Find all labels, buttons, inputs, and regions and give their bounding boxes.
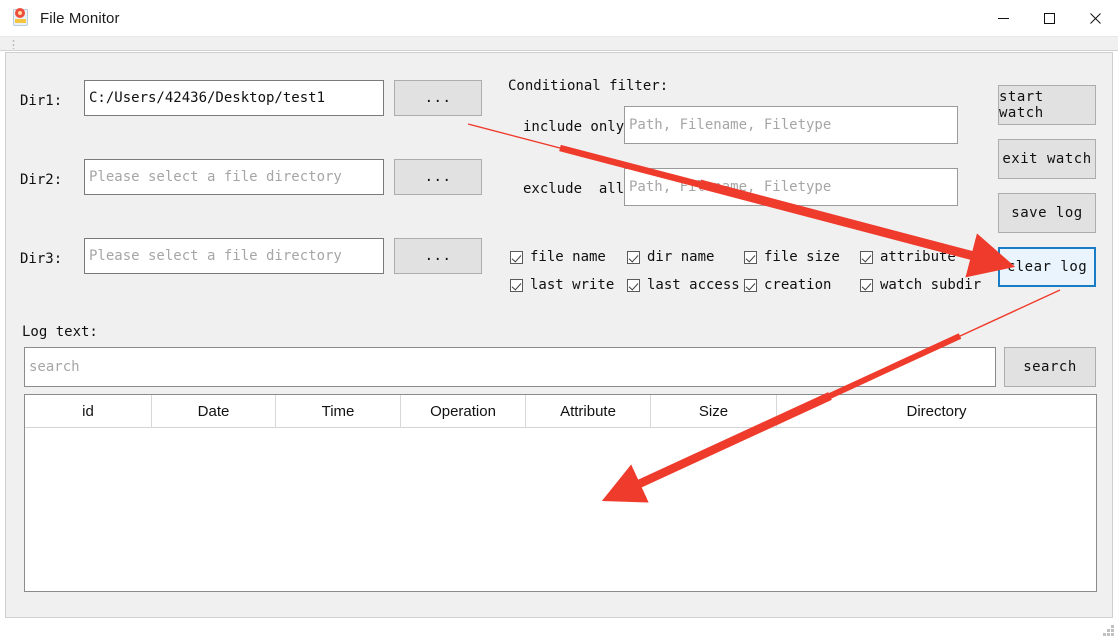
- checkmark-icon: [860, 250, 873, 264]
- checkbox-file-size[interactable]: file size: [744, 249, 840, 265]
- checkbox-creation[interactable]: creation: [744, 277, 831, 293]
- checkbox-label: attribute: [880, 249, 956, 265]
- dir3-input[interactable]: Please select a file directory: [84, 238, 384, 274]
- checkmark-icon: [510, 250, 523, 264]
- search-input[interactable]: search: [24, 347, 996, 387]
- title-bar: File Monitor: [0, 0, 1118, 37]
- column-header-operation[interactable]: Operation: [401, 395, 526, 428]
- checkmark-icon: [744, 278, 757, 292]
- checkbox-label: last write: [530, 277, 615, 293]
- include-only-label: include only: [523, 119, 625, 135]
- column-header-date[interactable]: Date: [152, 395, 276, 428]
- column-header-size[interactable]: Size: [651, 395, 777, 428]
- dir2-label: Dir2:: [20, 172, 63, 188]
- main-panel: Dir1: C:/Users/42436/Desktop/test1 ... D…: [5, 52, 1113, 618]
- checkbox-label: dir name: [647, 249, 715, 265]
- checkbox-label: creation: [764, 277, 832, 293]
- dir3-label: Dir3:: [20, 251, 63, 267]
- checkmark-icon: [510, 278, 523, 292]
- checkmark-icon: [744, 250, 757, 264]
- clear-log-button[interactable]: clear log: [998, 247, 1096, 287]
- resize-grip-icon[interactable]: [1101, 623, 1114, 636]
- dir1-label: Dir1:: [20, 93, 63, 109]
- checkbox-last-access[interactable]: last access: [627, 277, 740, 293]
- include-only-input[interactable]: Path, Filename, Filetype: [624, 106, 958, 144]
- dir1-browse-button[interactable]: ...: [394, 80, 482, 116]
- search-button[interactable]: search: [1004, 347, 1096, 387]
- column-header-id[interactable]: id: [25, 395, 152, 428]
- checkmark-icon: [627, 278, 640, 292]
- window-controls: [980, 0, 1118, 36]
- checkbox-attribute[interactable]: attribute: [860, 249, 956, 265]
- table-body: [25, 428, 1096, 591]
- checkmark-icon: [860, 278, 873, 292]
- checkbox-label: watch subdir: [880, 277, 982, 293]
- dir3-browse-button[interactable]: ...: [394, 238, 482, 274]
- app-window: File Monitor Dir1: C:/Users/42436/Deskto…: [0, 0, 1118, 639]
- exclude-all-input[interactable]: Path, Filename, Filetype: [624, 168, 958, 206]
- dir2-input[interactable]: Please select a file directory: [84, 159, 384, 195]
- window-title: File Monitor: [40, 9, 120, 27]
- column-header-directory[interactable]: Directory: [777, 395, 1096, 428]
- start-watch-button[interactable]: start watch: [998, 85, 1096, 125]
- toolbar-strip: [0, 37, 1118, 51]
- checkbox-last-write[interactable]: last write: [510, 277, 614, 293]
- exit-watch-button[interactable]: exit watch: [998, 139, 1096, 179]
- checkbox-watch-subdir[interactable]: watch subdir: [860, 277, 981, 293]
- checkbox-label: file name: [530, 249, 606, 265]
- checkbox-dir-name[interactable]: dir name: [627, 249, 714, 265]
- dir1-input[interactable]: C:/Users/42436/Desktop/test1: [84, 80, 384, 116]
- column-header-time[interactable]: Time: [276, 395, 401, 428]
- maximize-icon[interactable]: [1026, 0, 1072, 36]
- table-header-row: id Date Time Operation Attribute Size Di…: [25, 395, 1096, 428]
- checkmark-icon: [627, 250, 640, 264]
- column-header-attribute[interactable]: Attribute: [526, 395, 651, 428]
- close-icon[interactable]: [1072, 0, 1118, 36]
- checkbox-label: file size: [764, 249, 840, 265]
- checkbox-label: last access: [647, 277, 740, 293]
- conditional-filter-title: Conditional filter:: [508, 78, 669, 94]
- log-text-label: Log text:: [22, 324, 98, 340]
- dir2-browse-button[interactable]: ...: [394, 159, 482, 195]
- file-monitor-icon: [11, 8, 31, 28]
- toolbar-grip-icon[interactable]: [12, 39, 15, 49]
- minimize-icon[interactable]: [980, 0, 1026, 36]
- save-log-button[interactable]: save log: [998, 193, 1096, 233]
- log-table[interactable]: id Date Time Operation Attribute Size Di…: [24, 394, 1097, 592]
- exclude-all-label: exclude all: [523, 181, 625, 197]
- checkbox-file-name[interactable]: file name: [510, 249, 606, 265]
